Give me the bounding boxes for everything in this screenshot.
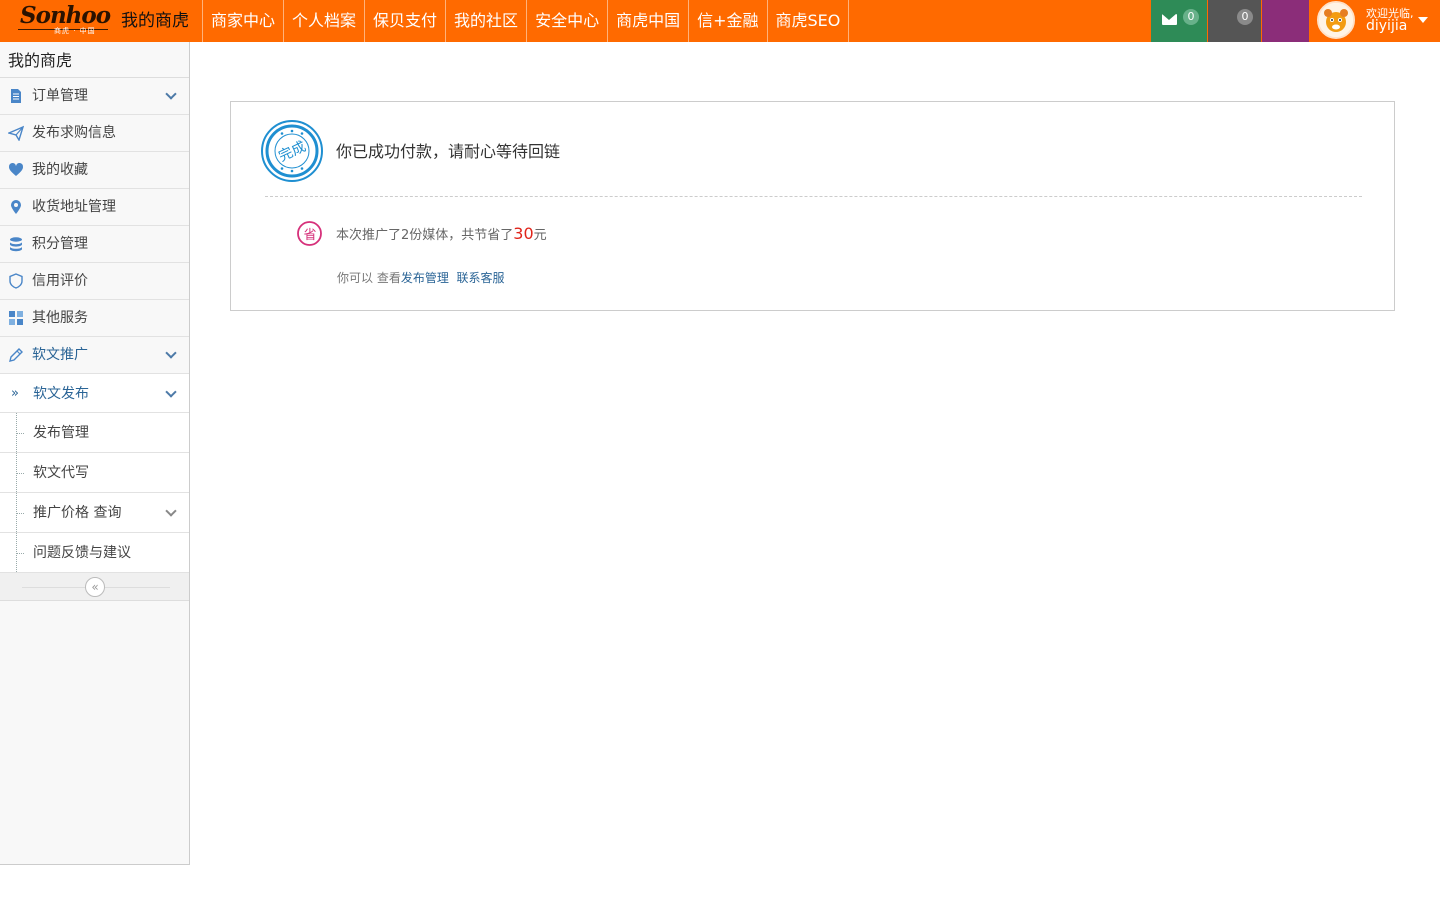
messages-button[interactable]: 0 <box>1151 0 1207 42</box>
sidebar-subitem-label: 推广价格 查询 <box>33 505 122 521</box>
savings-summary: 本次推广了2份媒体，共节省了30元 <box>336 224 547 243</box>
sidebar-item-order-management[interactable]: 订单管理 <box>0 78 189 115</box>
tree-branch <box>16 473 24 474</box>
user-menu[interactable]: 欢迎光临, diyijia <box>1310 0 1440 42</box>
sidebar-item-label: 信用评价 <box>32 273 88 289</box>
sidebar-subitem-label: 发布管理 <box>33 425 89 441</box>
avatar <box>1317 1 1355 39</box>
main-nav: 商家中心 个人档案 保贝支付 我的社区 安全中心 商虎中国 信+金融 商虎SEO <box>202 0 850 42</box>
sidebar-subitem-article-publish[interactable]: » 软文发布 <box>0 374 189 413</box>
database-icon <box>10 237 22 252</box>
sidebar-item-address-management[interactable]: 收货地址管理 <box>0 189 189 226</box>
savings-prefix: 本次推广了2份媒体，共节省了 <box>336 228 514 243</box>
sidebar-subitem-ghostwriting[interactable]: 软文代写 <box>0 453 189 493</box>
sidebar-subitem-label: 软文代写 <box>33 465 89 481</box>
next-actions: 你可以 查看发布管理 联系客服 <box>337 269 505 286</box>
nav-my-community[interactable]: 我的社区 <box>445 0 526 42</box>
document-icon <box>11 89 21 103</box>
success-message: 你已成功付款，请耐心等待回链 <box>336 142 561 161</box>
sidebar-item-favorites[interactable]: 我的收藏 <box>0 152 189 189</box>
sidebar-item-label: 收货地址管理 <box>32 199 116 215</box>
username: diyijia <box>1366 18 1408 34</box>
logo-wordmark: Sonhoo <box>20 2 111 29</box>
top-bar: Sonhoo 商虎 · 中国 我的商虎 商家中心 个人档案 保贝支付 我的社区 … <box>0 0 1440 42</box>
sidebar-collapse-bar: « <box>0 573 189 601</box>
nav-merchant-center[interactable]: 商家中心 <box>202 0 283 42</box>
nav-personal-profile[interactable]: 个人档案 <box>283 0 364 42</box>
map-pin-icon <box>11 200 21 214</box>
chevron-down-icon <box>165 88 177 100</box>
sidebar-item-label: 其他服务 <box>32 310 88 326</box>
payment-success-panel: 完成 你已成功付款，请耐心等待回链 省 本次推广了2份媒体，共节省了30元 你可… <box>230 101 1395 311</box>
savings-badge-text: 省 <box>303 228 316 243</box>
nav-baobei-pay[interactable]: 保贝支付 <box>364 0 445 42</box>
shield-icon <box>9 273 23 289</box>
sidebar-item-label: 软文推广 <box>32 347 88 363</box>
sidebar-item-post-purchase[interactable]: 发布求购信息 <box>0 115 189 152</box>
publish-management-link[interactable]: 发布管理 <box>401 271 449 285</box>
tree-branch <box>16 433 24 434</box>
savings-unit: 元 <box>533 228 547 243</box>
purple-toolbar-button[interactable] <box>1262 0 1309 42</box>
sidebar-item-label: 我的收藏 <box>32 162 88 178</box>
completed-stamp-icon: 完成 <box>261 120 323 182</box>
links-prefix: 你可以 查看 <box>337 271 401 285</box>
collapse-sidebar-button[interactable]: « <box>85 577 105 597</box>
dashed-divider <box>265 196 1362 197</box>
sidebar-subitem-publish-management[interactable]: 发布管理 <box>0 413 189 453</box>
sidebar-item-label: 发布求购信息 <box>32 125 116 141</box>
sidebar: 我的商虎 订单管理 发布求购信息 我的收藏 收货地址管理 积分管理 信用评价 其… <box>0 42 190 865</box>
grid-icon <box>9 311 23 325</box>
sidebar-subitem-label: 问题反馈与建议 <box>33 545 131 561</box>
chevron-down-icon <box>165 386 177 398</box>
sidebar-subitem-price-query[interactable]: 推广价格 查询 <box>0 493 189 533</box>
savings-icon: 省 <box>297 221 322 246</box>
sidebar-item-soft-article-promotion[interactable]: 软文推广 <box>0 337 189 374</box>
paper-plane-icon <box>8 125 24 141</box>
sidebar-item-other-services[interactable]: 其他服务 <box>0 300 189 337</box>
heart-icon <box>8 162 24 176</box>
notifications-count-badge: 0 <box>1237 9 1253 25</box>
sidebar-item-label: 积分管理 <box>32 236 88 252</box>
nav-xin-finance[interactable]: 信+金融 <box>688 0 766 42</box>
tiger-avatar-icon <box>1319 3 1353 37</box>
nav-security-center[interactable]: 安全中心 <box>526 0 607 42</box>
nav-sonhoo-china[interactable]: 商虎中国 <box>607 0 688 42</box>
pen-icon <box>9 348 23 362</box>
sidebar-item-credit-rating[interactable]: 信用评价 <box>0 263 189 300</box>
savings-amount: 30 <box>513 224 534 243</box>
envelope-icon <box>1162 14 1177 25</box>
logo-subtitle: 商虎 · 中国 <box>54 27 96 35</box>
caret-down-icon <box>1418 17 1428 23</box>
nav-sonhoo-seo[interactable]: 商虎SEO <box>766 0 850 42</box>
notifications-button[interactable]: 0 <box>1208 0 1261 42</box>
double-chevron-right-icon: » <box>11 386 19 401</box>
messages-count-badge: 0 <box>1183 9 1199 25</box>
brand-title[interactable]: 我的商虎 <box>121 0 189 42</box>
sonhoo-logo[interactable]: Sonhoo 商虎 · 中国 <box>0 0 114 42</box>
sidebar-subitem-label: 软文发布 <box>33 386 89 402</box>
contact-support-link[interactable]: 联系客服 <box>456 271 504 285</box>
sidebar-item-points-management[interactable]: 积分管理 <box>0 226 189 263</box>
tree-branch <box>16 553 24 554</box>
sidebar-title: 我的商虎 <box>0 42 189 78</box>
chevron-down-icon <box>165 505 177 517</box>
chevron-down-icon <box>165 347 177 359</box>
sidebar-subitem-feedback[interactable]: 问题反馈与建议 <box>0 533 189 573</box>
sidebar-item-label: 订单管理 <box>32 88 88 104</box>
tree-branch <box>16 513 24 514</box>
